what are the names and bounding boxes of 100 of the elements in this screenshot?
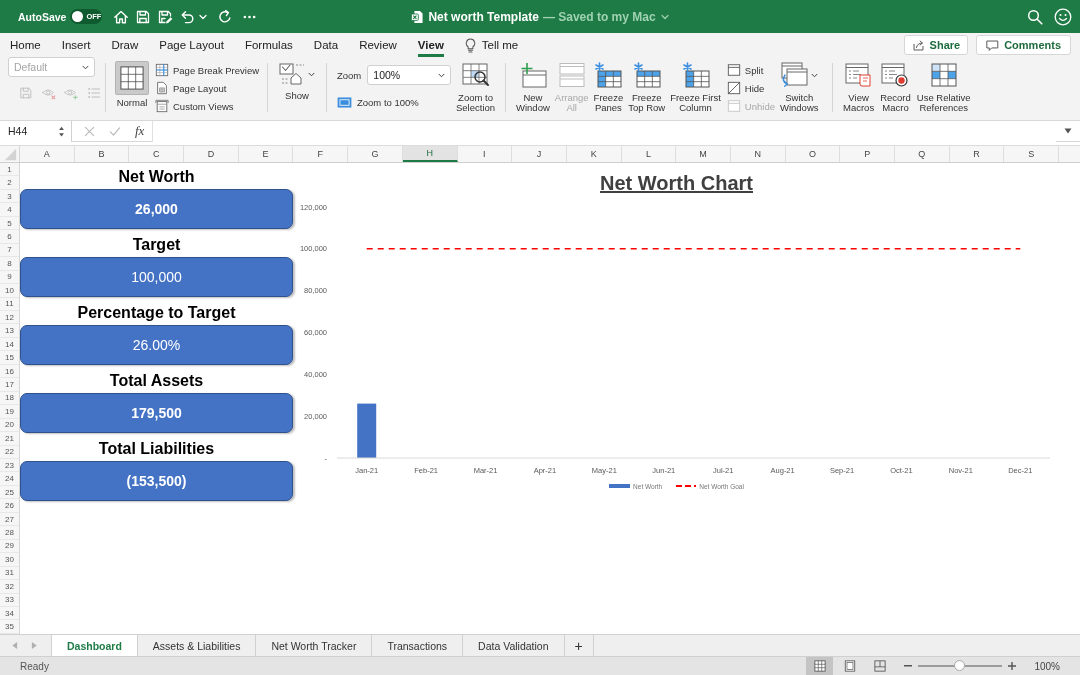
- row-header[interactable]: 20: [0, 418, 19, 433]
- column-header[interactable]: A: [20, 146, 75, 162]
- function-button[interactable]: fx: [135, 123, 145, 139]
- menu-tab[interactable]: Insert: [61, 33, 91, 57]
- column-header[interactable]: N: [730, 146, 786, 162]
- column-header[interactable]: K: [566, 146, 622, 162]
- sheet-tab[interactable]: Dashboard: [51, 635, 138, 656]
- up-down-arrows-icon[interactable]: [58, 124, 65, 138]
- column-header[interactable]: B: [74, 146, 130, 162]
- row-header[interactable]: 35: [0, 620, 19, 634]
- row-header[interactable]: 27: [0, 512, 19, 527]
- row-header[interactable]: 31: [0, 566, 19, 581]
- view-toggle-button[interactable]: [806, 657, 834, 675]
- zoom-100-button[interactable]: Zoom to 100%: [337, 93, 454, 111]
- column-header[interactable]: Q: [895, 146, 950, 162]
- row-header[interactable]: 34: [0, 606, 19, 621]
- row-header[interactable]: 2: [0, 176, 19, 190]
- window-button[interactable]: Freeze Top Row: [626, 57, 668, 120]
- row-header[interactable]: 11: [0, 297, 19, 311]
- row-header[interactable]: 26: [0, 499, 19, 513]
- show-button[interactable]: Show: [277, 57, 317, 120]
- window-option-button[interactable]: Split: [726, 61, 775, 79]
- undo-icon[interactable]: [179, 8, 196, 25]
- more-icon[interactable]: [243, 14, 257, 19]
- custom-views-button[interactable]: Custom Views: [155, 97, 260, 115]
- column-header[interactable]: D: [184, 146, 239, 162]
- row-header[interactable]: 6: [0, 230, 19, 244]
- view-option-button[interactable]: Page Layout: [155, 79, 260, 97]
- zoom-selection-button[interactable]: Zoom to Selection: [454, 57, 498, 120]
- switch-windows-button[interactable]: Switch Windows: [777, 57, 821, 120]
- save-edit-icon[interactable]: [157, 8, 174, 25]
- menu-tab[interactable]: Formulas: [244, 33, 293, 57]
- column-header[interactable]: L: [621, 146, 677, 162]
- row-header[interactable]: 19: [0, 405, 19, 419]
- row-header[interactable]: 7: [0, 243, 19, 258]
- row-header[interactable]: 12: [0, 311, 19, 325]
- zoom-dropdown[interactable]: 100%: [367, 65, 452, 85]
- row-header[interactable]: 16: [0, 364, 19, 379]
- row-header[interactable]: 13: [0, 324, 19, 338]
- caret-icon[interactable]: [660, 13, 669, 20]
- row-header[interactable]: 18: [0, 391, 19, 406]
- name-box[interactable]: H44: [0, 120, 72, 142]
- check-icon[interactable]: [109, 125, 121, 137]
- row-header[interactable]: 10: [0, 284, 19, 298]
- menu-tab[interactable]: Review: [359, 33, 397, 57]
- column-header[interactable]: I: [457, 146, 513, 162]
- row-header[interactable]: 5: [0, 216, 19, 231]
- column-header[interactable]: M: [676, 146, 731, 162]
- row-header[interactable]: 33: [0, 593, 19, 607]
- menu-tab[interactable]: Draw: [111, 33, 139, 57]
- home-icon[interactable]: [113, 8, 130, 25]
- menu-tab[interactable]: Page Layout: [159, 33, 224, 57]
- row-header[interactable]: 14: [0, 337, 19, 352]
- row-header[interactable]: 32: [0, 580, 19, 594]
- macro-button[interactable]: Record Macro: [878, 57, 913, 120]
- macro-button[interactable]: Use Relative References: [914, 57, 973, 120]
- search-icon[interactable]: [1027, 8, 1043, 25]
- menu-tab[interactable]: Data: [313, 33, 339, 57]
- row-header[interactable]: 22: [0, 445, 19, 459]
- column-header[interactable]: G: [348, 146, 403, 162]
- column-header[interactable]: P: [840, 146, 895, 162]
- column-header[interactable]: C: [129, 146, 185, 162]
- window-button[interactable]: Freeze Panes: [591, 57, 626, 120]
- zoom-slider-thumb[interactable]: [954, 660, 966, 671]
- column-header[interactable]: S: [1004, 146, 1060, 162]
- window-button[interactable]: Freeze First Column: [668, 57, 723, 120]
- normal-view-button[interactable]: Normal: [113, 57, 151, 120]
- plus-icon[interactable]: [1008, 662, 1017, 670]
- row-header[interactable]: 21: [0, 432, 19, 446]
- comments-button[interactable]: Comments: [976, 35, 1071, 55]
- row-header[interactable]: 24: [0, 472, 19, 486]
- row-header[interactable]: 9: [0, 270, 19, 285]
- minus-icon[interactable]: [904, 665, 913, 667]
- formula-input[interactable]: [152, 120, 1056, 142]
- column-header[interactable]: H: [402, 146, 458, 162]
- row-header[interactable]: 28: [0, 526, 19, 540]
- tell-me-search[interactable]: Tell me: [481, 39, 519, 51]
- row-header[interactable]: 25: [0, 485, 19, 500]
- column-header[interactable]: F: [293, 146, 349, 162]
- row-header[interactable]: 8: [0, 257, 19, 271]
- view-option-button[interactable]: Page Break Preview: [155, 61, 260, 79]
- row-header[interactable]: 3: [0, 189, 19, 204]
- row-header[interactable]: 23: [0, 458, 19, 473]
- share-button[interactable]: Share: [903, 35, 969, 55]
- row-header[interactable]: 29: [0, 539, 19, 554]
- menu-tab[interactable]: Home: [10, 33, 41, 57]
- triangle-down-icon[interactable]: [1064, 128, 1072, 134]
- save-icon[interactable]: [135, 8, 152, 25]
- column-header[interactable]: R: [949, 146, 1005, 162]
- smiley-icon[interactable]: [1054, 7, 1072, 26]
- row-header[interactable]: 17: [0, 378, 19, 392]
- row-header[interactable]: 15: [0, 351, 19, 365]
- window-button[interactable]: New Window: [514, 57, 552, 120]
- cross-icon[interactable]: [84, 125, 95, 137]
- column-header[interactable]: O: [785, 146, 841, 162]
- row-header[interactable]: 30: [0, 553, 19, 567]
- column-header[interactable]: E: [238, 146, 294, 162]
- row-header[interactable]: 1: [0, 163, 19, 177]
- macro-button[interactable]: View Macros: [841, 57, 877, 120]
- row-header[interactable]: 4: [0, 203, 19, 217]
